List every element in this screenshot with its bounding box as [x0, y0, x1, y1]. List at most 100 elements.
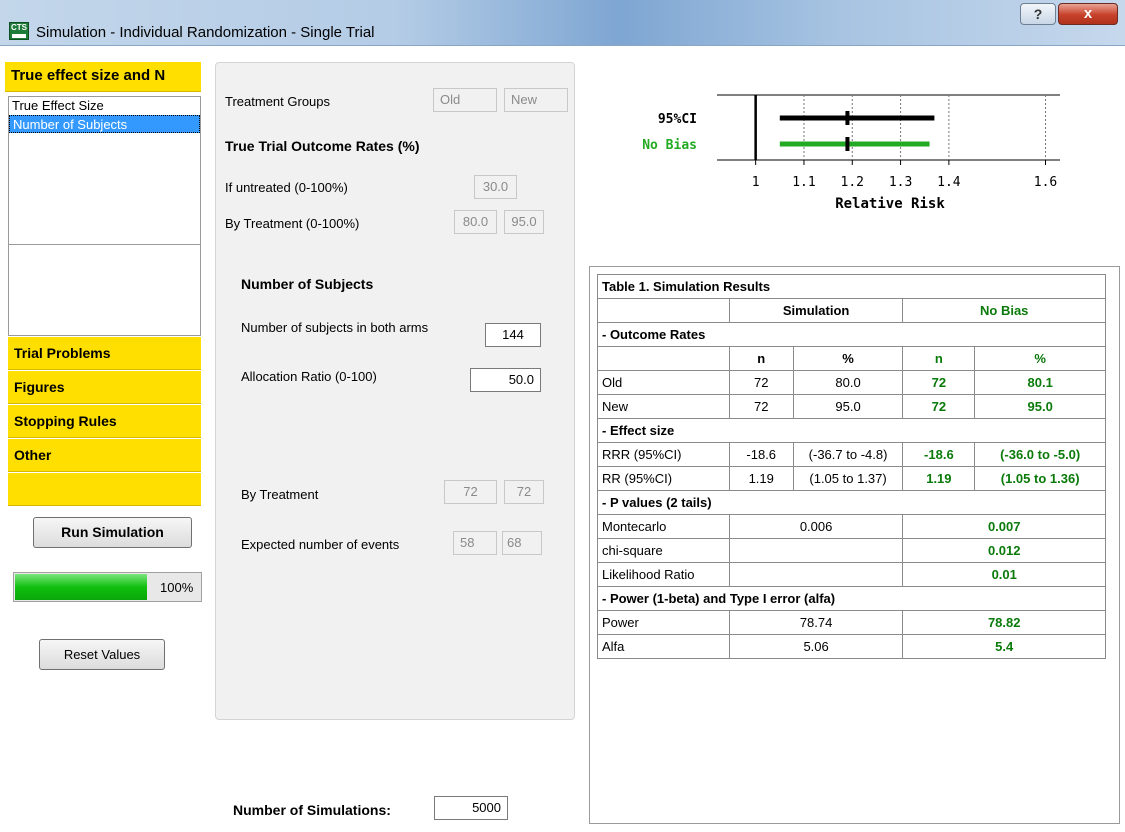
- section-row: - P values (2 tails): [597, 490, 1106, 515]
- plot-axis-label: Relative Risk: [835, 196, 945, 212]
- section-outcome-rates: - Outcome Rates: [597, 322, 1106, 347]
- close-button[interactable]: x: [1058, 3, 1118, 25]
- plot-tick-label: 1.6: [1034, 175, 1057, 190]
- if-untreated-field: 30.0: [474, 175, 517, 199]
- by-treatment-rate-label: By Treatment (0-100%): [225, 216, 360, 231]
- sidebar-item-true-effect-size[interactable]: True Effect Size: [9, 97, 200, 115]
- num-simulations-input[interactable]: 5000: [434, 796, 508, 820]
- table-row: RR (95%CI) 1.19 (1.05 to 1.37) 1.19 (1.0…: [597, 466, 1106, 491]
- n-old-field: 72: [444, 480, 497, 504]
- treatment-groups-label: Treatment Groups: [225, 94, 331, 109]
- alfa-nb: 5.4: [902, 634, 1106, 659]
- expected-events-label: Expected number of events: [241, 537, 400, 552]
- plot-tick-label: 1: [752, 175, 760, 190]
- progress-bar: 100%: [13, 572, 202, 602]
- section-p-values: - P values (2 tails): [597, 490, 1106, 515]
- rrr-nb-val: -18.6: [902, 442, 976, 467]
- row-label-rr: RR (95%CI): [597, 466, 730, 491]
- header-simulation: Simulation: [728, 298, 904, 323]
- row-label-chi-square: chi-square: [597, 538, 730, 563]
- power-nb: 78.82: [902, 610, 1106, 635]
- sidebar-section-stopping-rules[interactable]: Stopping Rules: [8, 405, 201, 438]
- table-title-row: Table 1. Simulation Results: [597, 274, 1106, 299]
- run-simulation-button[interactable]: Run Simulation: [33, 517, 192, 548]
- rrr-sim-ci: (-36.7 to -4.8): [792, 442, 904, 467]
- table-row: Likelihood Ratio 0.01: [597, 562, 1106, 587]
- outcome-rates-title: True Trial Outcome Rates (%): [225, 138, 420, 154]
- sidebar-section-figures[interactable]: Figures: [8, 371, 201, 404]
- group-old-field: Old: [433, 88, 497, 112]
- group-new-field: New: [504, 88, 568, 112]
- new-nb-n: 72: [902, 394, 976, 419]
- header-nb-n: n: [902, 346, 976, 371]
- header-nb-pct: %: [974, 346, 1106, 371]
- results-title: Table 1. Simulation Results: [597, 274, 1106, 299]
- plot-tick-label: 1.4: [937, 175, 961, 190]
- row-label-old: Old: [597, 370, 730, 395]
- section-row: - Power (1-beta) and Type I error (alfa): [597, 586, 1106, 611]
- rr-nb-ci: (1.05 to 1.36): [974, 466, 1106, 491]
- rate-old-field: 80.0: [454, 210, 497, 234]
- sidebar-section-trial-problems[interactable]: Trial Problems: [8, 337, 201, 370]
- row-label-alfa: Alfa: [597, 634, 730, 659]
- rrr-nb-ci: (-36.0 to -5.0): [974, 442, 1106, 467]
- sidebar-list-divider: [8, 244, 201, 336]
- plot-series-label: No Bias: [642, 138, 697, 153]
- if-untreated-label: If untreated (0-100%): [225, 180, 348, 195]
- forest-plot: 1 1.1 1.2 1.3 1.4 1.6 95%CI No Bias Relative Ris…: [642, 94, 1060, 212]
- plot-tick-label: 1.3: [889, 175, 912, 190]
- allocation-input[interactable]: 50.0: [470, 368, 541, 392]
- section-row: - Outcome Rates: [597, 322, 1106, 347]
- table-row: Alfa 5.06 5.4: [597, 634, 1106, 659]
- rrr-sim-val: -18.6: [728, 442, 794, 467]
- header-no-bias: No Bias: [902, 298, 1106, 323]
- section-row: - Effect size: [597, 418, 1106, 443]
- sidebar-item-number-of-subjects[interactable]: Number of Subjects: [9, 115, 200, 133]
- subjects-title: Number of Subjects: [241, 276, 374, 292]
- table-header-row: Simulation No Bias: [597, 298, 1106, 323]
- chisq-nb: 0.012: [902, 538, 1106, 563]
- events-old-field: 58: [453, 531, 497, 555]
- progress-text: 100%: [160, 580, 194, 595]
- montecarlo-sim: 0.006: [728, 514, 904, 539]
- table-row: Old 72 80.0 72 80.1: [597, 370, 1106, 395]
- results-table: Table 1. Simulation Results Simulation N…: [597, 274, 1106, 659]
- old-nb-n: 72: [902, 370, 976, 395]
- header-sim-n: n: [728, 346, 794, 371]
- table-row: New 72 95.0 72 95.0: [597, 394, 1106, 419]
- chisq-sim: [728, 538, 904, 563]
- subjects-both-input[interactable]: 144: [485, 323, 541, 347]
- row-label-power: Power: [597, 610, 730, 635]
- table-row: n % n %: [597, 346, 1106, 371]
- old-nb-pct: 80.1: [974, 370, 1106, 395]
- sidebar-header-true-effect[interactable]: True effect size and N: [5, 62, 201, 92]
- allocation-label: Allocation Ratio (0-100): [241, 369, 377, 384]
- progress-fill: [15, 574, 147, 600]
- subjects-both-label: Number of subjects in both arms: [241, 320, 429, 335]
- header-sim-pct: %: [792, 346, 904, 371]
- table-row: Power 78.74 78.82: [597, 610, 1106, 635]
- power-sim: 78.74: [728, 610, 904, 635]
- by-treatment-label: By Treatment: [241, 487, 319, 502]
- window-title: Simulation - Individual Randomization - …: [36, 24, 375, 41]
- app-icon-bar: [12, 34, 26, 38]
- table-row: RRR (95%CI) -18.6 (-36.7 to -4.8) -18.6 …: [597, 442, 1106, 467]
- reset-values-button[interactable]: Reset Values: [39, 639, 165, 670]
- header-blank: [597, 298, 730, 323]
- row-label-montecarlo: Montecarlo: [597, 514, 730, 539]
- section-power: - Power (1-beta) and Type I error (alfa): [597, 586, 1106, 611]
- plot-series-label: 95%CI: [658, 112, 697, 127]
- events-new-field: 68: [502, 531, 542, 555]
- rr-sim-ci: (1.05 to 1.37): [792, 466, 904, 491]
- sidebar-section-empty: [8, 473, 201, 506]
- row-label-rrr: RRR (95%CI): [597, 442, 730, 467]
- section-effect-size: - Effect size: [597, 418, 1106, 443]
- num-simulations-label: Number of Simulations:: [233, 802, 391, 818]
- rr-sim-val: 1.19: [728, 466, 794, 491]
- table-row: chi-square 0.012: [597, 538, 1106, 563]
- cell-blank: [597, 346, 730, 371]
- results-panel: Table 1. Simulation Results Simulation N…: [589, 266, 1120, 824]
- help-button[interactable]: ?: [1020, 3, 1056, 25]
- old-sim-n: 72: [728, 370, 794, 395]
- sidebar-section-other[interactable]: Other: [8, 439, 201, 472]
